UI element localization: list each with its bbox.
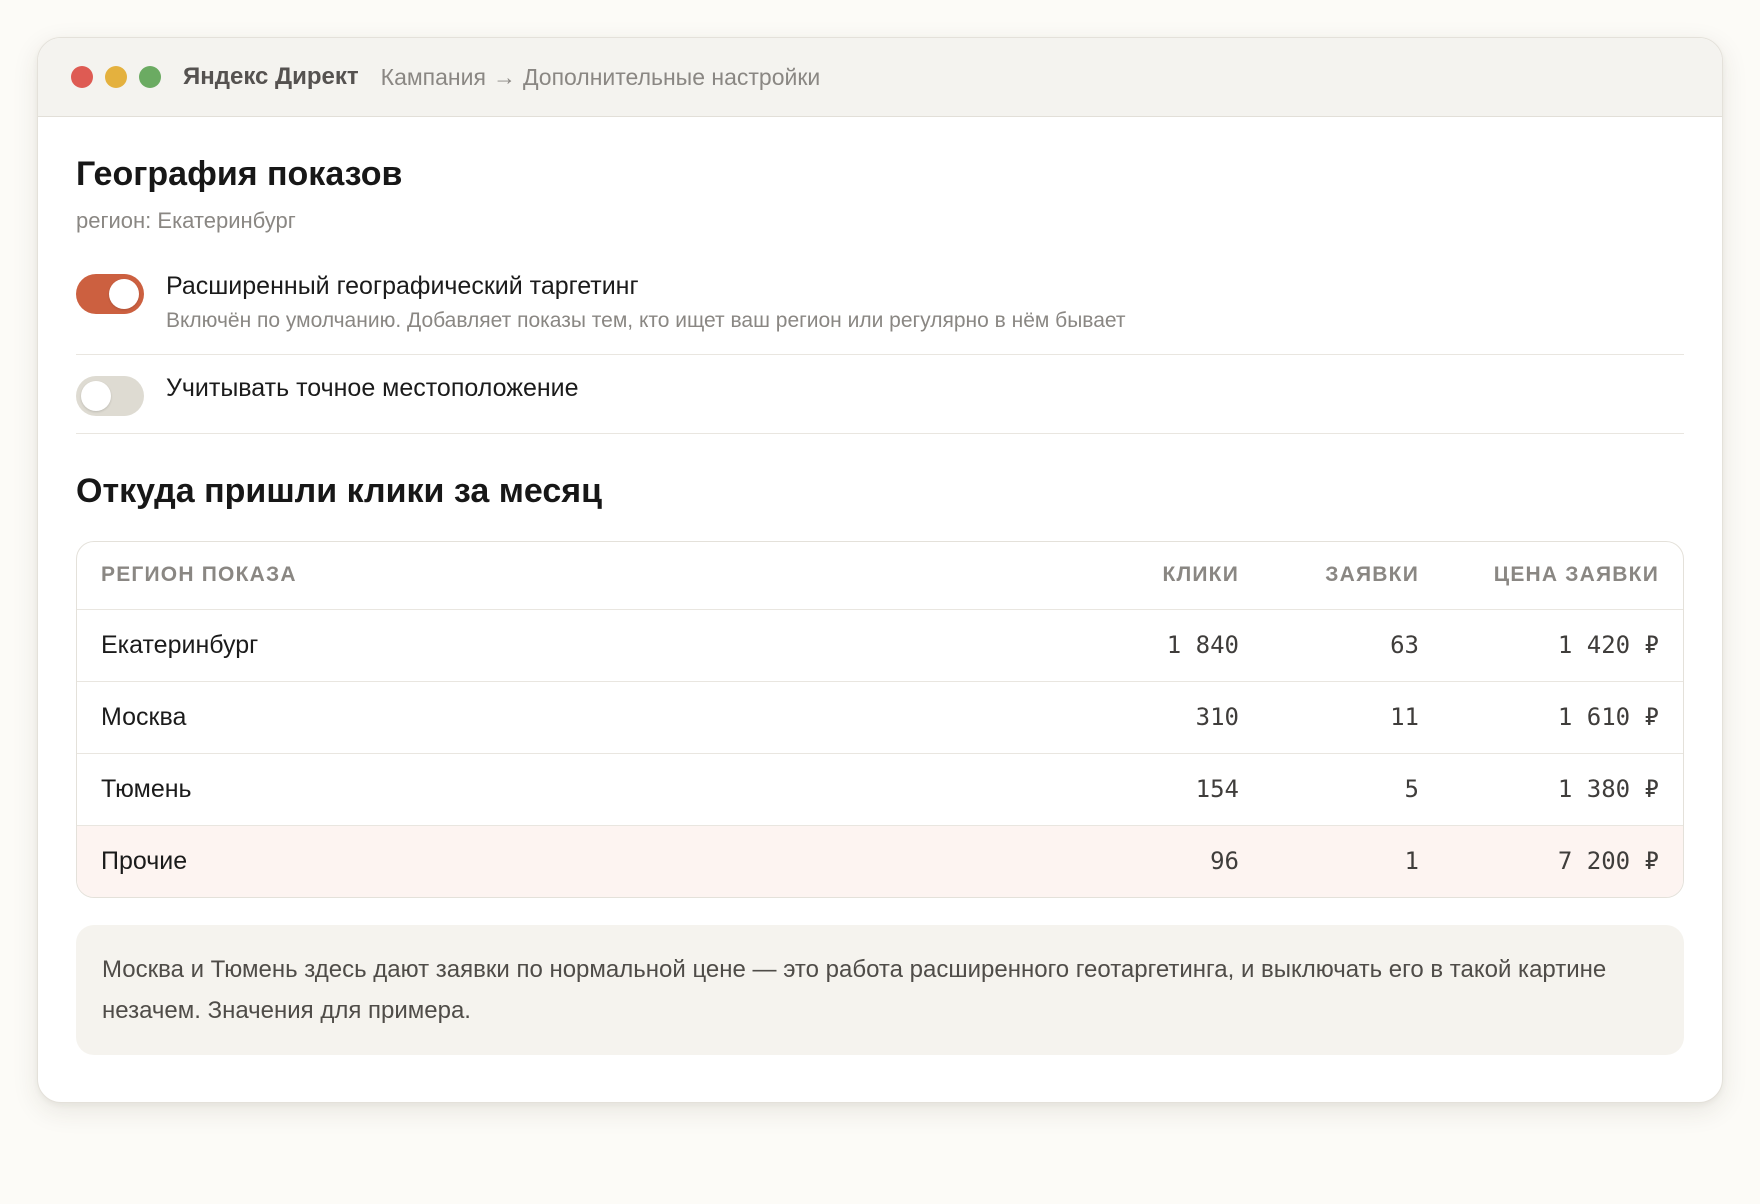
cell-price: 7 200 ₽ (1443, 825, 1683, 897)
cell-region: Екатеринбург (77, 609, 1103, 682)
cell-price: 1 420 ₽ (1443, 609, 1683, 682)
column-header-clicks[interactable]: КЛИКИ (1103, 542, 1263, 610)
app-window: Яндекс Директ Кампания → Дополнительные … (37, 37, 1723, 1103)
table-row: Екатеринбург 1 840 63 1 420 ₽ (77, 609, 1683, 682)
setting-exact-location: Учитывать точное местоположение (76, 355, 1684, 434)
toggle-knob (109, 279, 139, 309)
toggle-knob (81, 381, 111, 411)
table-row: Москва 310 11 1 610 ₽ (77, 681, 1683, 754)
setting-text: Учитывать точное местоположение (166, 374, 579, 403)
cell-region: Москва (77, 681, 1103, 754)
cell-leads: 5 (1263, 753, 1443, 826)
column-header-leads[interactable]: ЗАЯВКИ (1263, 542, 1443, 610)
table-row-highlighted: Прочие 96 1 7 200 ₽ (77, 825, 1683, 897)
cell-leads: 1 (1263, 825, 1443, 897)
geo-section-title: География показов (76, 155, 403, 193)
main-content: География показов регион: Екатеринбург Р… (38, 155, 1722, 1055)
cell-price: 1 610 ₽ (1443, 681, 1683, 754)
app-title: Яндекс Директ (183, 63, 359, 90)
setting-label: Расширенный географический таргетинг (166, 272, 639, 300)
setting-text: Расширенный географический таргетинг Вкл… (166, 272, 1126, 333)
setting-extended-geo-targeting: Расширенный географический таргетинг Вкл… (76, 272, 1684, 355)
cell-clicks: 1 840 (1103, 609, 1263, 682)
clicks-by-region-table: РЕГИОН ПОКАЗА КЛИКИ ЗАЯВКИ ЦЕНА ЗАЯВКИ Е… (76, 541, 1684, 898)
table-header-row: РЕГИОН ПОКАЗА КЛИКИ ЗАЯВКИ ЦЕНА ЗАЯВКИ (77, 542, 1683, 610)
title-bar: Яндекс Директ Кампания → Дополнительные … (38, 38, 1722, 117)
extended-geo-targeting-toggle[interactable] (76, 274, 144, 314)
close-window-button[interactable] (71, 66, 93, 88)
breadcrumb-arrow-icon: → (492, 63, 516, 90)
region-label: регион: Екатеринбург (76, 208, 296, 233)
cell-clicks: 310 (1103, 681, 1263, 754)
cell-leads: 63 (1263, 609, 1443, 682)
clicks-section-title: Откуда пришли клики за месяц (76, 472, 602, 510)
maximize-window-button[interactable] (139, 66, 161, 88)
setting-label: Учитывать точное местоположение (166, 374, 579, 402)
breadcrumb-item-campaign[interactable]: Кампания (381, 64, 486, 91)
cell-price: 1 380 ₽ (1443, 753, 1683, 826)
cell-leads: 11 (1263, 681, 1443, 754)
setting-description: Включён по умолчанию. Добавляет показы т… (166, 309, 1126, 332)
cell-clicks: 154 (1103, 753, 1263, 826)
breadcrumb: Кампания → Дополнительные настройки (381, 64, 821, 91)
minimize-window-button[interactable] (105, 66, 127, 88)
info-note: Москва и Тюмень здесь дают заявки по нор… (76, 925, 1684, 1055)
table-row: Тюмень 154 5 1 380 ₽ (77, 753, 1683, 826)
column-header-price[interactable]: ЦЕНА ЗАЯВКИ (1443, 542, 1683, 610)
breadcrumb-item-additional-settings: Дополнительные настройки (522, 63, 821, 90)
cell-region: Прочие (77, 825, 1103, 897)
column-header-region[interactable]: РЕГИОН ПОКАЗА (77, 542, 1103, 610)
exact-location-toggle[interactable] (76, 376, 144, 416)
cell-clicks: 96 (1103, 825, 1263, 897)
cell-region: Тюмень (77, 753, 1103, 826)
